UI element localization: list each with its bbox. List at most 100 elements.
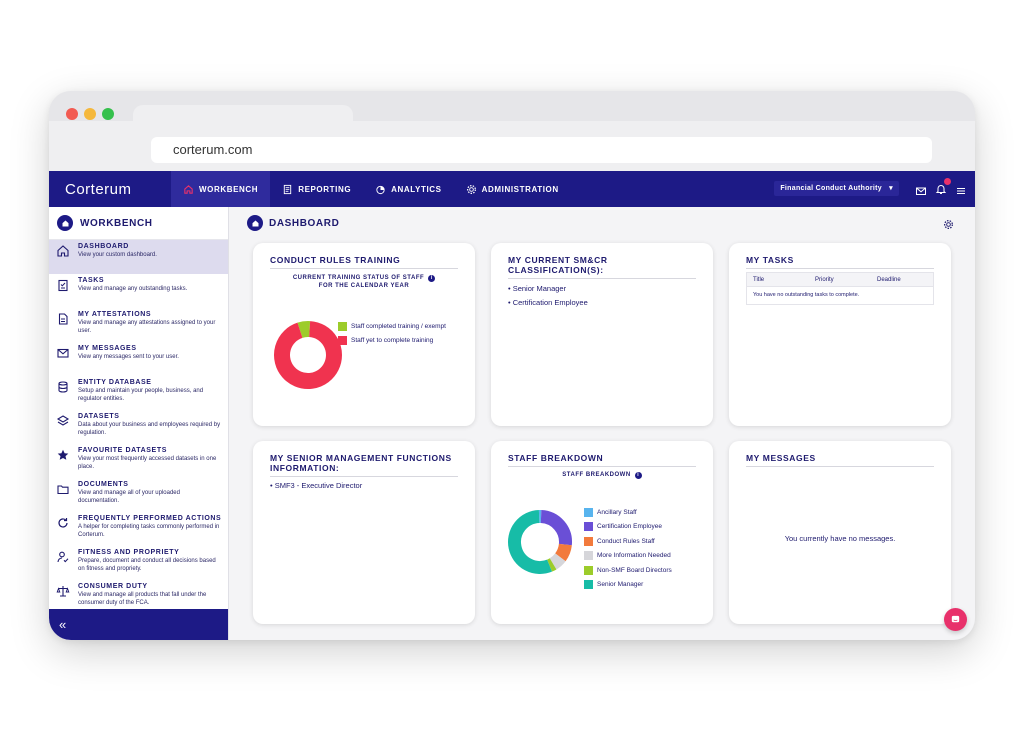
chevron-down-icon: ▾: [889, 185, 893, 192]
donut-slice-senior-manager[interactable]: [508, 510, 552, 574]
legend-item[interactable]: More Information Needed: [584, 549, 672, 564]
card-title-line: CLASSIFICATION(S):: [508, 265, 604, 275]
sidebar-item-dashboard[interactable]: DASHBOARD View your custom dashboard.: [49, 240, 228, 274]
sidebar-item-title: FREQUENTLY PERFORMED ACTIONS: [78, 515, 222, 522]
donut-slice-non-smf-board-directors[interactable]: [547, 558, 557, 572]
sidebar-item-desc: Prepare, document and conduct all decisi…: [78, 558, 216, 572]
document-icon: [58, 313, 68, 325]
sidebar-item-frequent-actions[interactable]: FREQUENTLY PERFORMED ACTIONS A helper for…: [49, 512, 228, 546]
clipboard-icon: [58, 279, 68, 292]
scales-icon: [56, 586, 70, 597]
smcr-classification-card: MY CURRENT SM&CR CLASSIFICATION(S): • Se…: [491, 243, 713, 426]
classification-list: • Senior Manager • Certification Employe…: [508, 282, 588, 310]
donut-slice-more-information-needed[interactable]: [549, 553, 566, 570]
double-chevron-left-icon: «: [59, 617, 67, 632]
info-icon[interactable]: i: [634, 472, 642, 479]
brand-logo[interactable]: Corterum: [49, 181, 171, 198]
tasks-empty-state: You have no outstanding tasks to complet…: [753, 292, 860, 298]
list-item: • SMF3 - Executive Director: [270, 481, 363, 490]
envelope-icon: [57, 348, 69, 358]
browser-tab[interactable]: [133, 105, 353, 135]
nav-workbench[interactable]: WORKBENCH: [171, 171, 271, 207]
sidebar-item-tasks[interactable]: TASKS View and manage any outstanding tas…: [49, 274, 228, 308]
card-subtitle: CURRENT TRAINING STATUS OF STAFF i FOR TH…: [270, 274, 458, 290]
sidebar-title: WORKBENCH: [80, 217, 153, 229]
sidebar-item-fitness-propriety[interactable]: FITNESS AND PROPRIETY Prepare, document a…: [49, 546, 228, 580]
legend-item[interactable]: Staff yet to complete training: [338, 334, 446, 349]
legend-swatch: [338, 321, 347, 331]
nav-administration-label: ADMINISTRATION: [481, 184, 559, 194]
staff-breakdown-card: STAFF BREAKDOWN STAFF BREAKDOWN i Ancilla…: [491, 441, 713, 624]
legend-item[interactable]: Ancillary Staff: [584, 505, 672, 520]
sidebar-item-datasets[interactable]: DATASETS Data about your business and emp…: [49, 410, 228, 444]
sidebar-item-title: MY MESSAGES: [78, 345, 137, 352]
sidebar-item-title: DOCUMENTS: [78, 481, 129, 488]
my-messages-card: MY MESSAGES You currently have no messag…: [729, 441, 951, 624]
legend-item[interactable]: Conduct Rules Staff: [584, 534, 672, 549]
nav-administration[interactable]: ADMINISTRATION: [454, 171, 571, 207]
card-title: MY MESSAGES: [746, 453, 934, 467]
legend-swatch: [338, 336, 347, 346]
legend-item[interactable]: Senior Manager: [584, 578, 672, 593]
legend-item[interactable]: Certification Employee: [584, 520, 672, 535]
sidebar-item-desc: View and manage all of your uploaded doc…: [78, 490, 180, 504]
messages-empty-state: You currently have no messages.: [784, 534, 896, 543]
refresh-icon: [58, 518, 68, 528]
sidebar-item-entity-database[interactable]: ENTITY DATABASE Setup and maintain your p…: [49, 376, 228, 410]
column-header-deadline[interactable]: Deadline: [871, 273, 901, 286]
organisation-select[interactable]: Financial Conduct Authority ▾: [774, 181, 899, 196]
legend-item[interactable]: Non-SMF Board Directors: [584, 563, 672, 578]
menu-icon[interactable]: [955, 185, 967, 197]
info-icon[interactable]: i: [428, 275, 436, 282]
maximize-window-button[interactable]: [102, 108, 114, 120]
sidebar-item-desc: View your custom dashboard.: [78, 252, 157, 258]
sidebar-item-title: CONSUMER DUTY: [78, 583, 148, 590]
minimize-window-button[interactable]: [84, 108, 96, 120]
tasks-table: Title Priority Deadline You have no outs…: [746, 272, 934, 305]
close-window-button[interactable]: [66, 108, 78, 120]
legend-swatch: [584, 507, 593, 517]
sidebar-item-desc: View your most frequently accessed datas…: [78, 456, 217, 470]
gear-icon: [466, 184, 476, 194]
sidebar-collapse-button[interactable]: «: [49, 609, 228, 640]
legend-item[interactable]: Staff completed training / exempt: [338, 319, 446, 334]
staff-legend: Ancillary Staff Certification Employee C…: [584, 505, 672, 592]
chat-launcher-button[interactable]: [944, 608, 967, 631]
database-icon: [58, 381, 68, 393]
home-icon: [184, 184, 193, 194]
sidebar-item-documents[interactable]: DOCUMENTS View and manage all of your upl…: [49, 478, 228, 512]
column-header-priority[interactable]: Priority: [809, 273, 871, 286]
legend-label: Certification Employee: [597, 523, 663, 531]
address-bar[interactable]: corterum.com: [151, 137, 932, 163]
workbench-icon: [57, 215, 73, 231]
nav-analytics[interactable]: ANALYTICS: [363, 171, 453, 207]
dashboard-settings-icon[interactable]: [943, 219, 954, 230]
sidebar-item-attestations[interactable]: MY ATTESTATIONS View and manage any attes…: [49, 308, 228, 342]
nav-reporting[interactable]: REPORTING: [270, 171, 363, 207]
browser-window: corterum.com Corterum WORKBENCH REPORTIN…: [49, 91, 975, 640]
sidebar-item-favourite-datasets[interactable]: FAVOURITE DATASETS View your most frequen…: [49, 444, 228, 478]
card-title: CONDUCT RULES TRAINING: [270, 255, 458, 269]
envelope-icon[interactable]: [915, 185, 927, 197]
person-check-icon: [57, 551, 69, 563]
sidebar-item-title: DASHBOARD: [78, 243, 129, 250]
legend-label: Conduct Rules Staff: [597, 537, 655, 545]
organisation-select-value: Financial Conduct Authority: [780, 185, 882, 192]
dashboard-main: DASHBOARD CONDUCT RULES TRAINING CURRENT…: [230, 207, 975, 640]
legend-label: More Information Needed: [597, 552, 671, 560]
smf-information-card: MY SENIOR MANAGEMENT FUNCTIONS INFORMATI…: [253, 441, 475, 624]
donut-slice-staff-completed-training-exempt[interactable]: [297, 321, 311, 338]
legend-label: Non-SMF Board Directors: [597, 566, 672, 574]
notifications-button[interactable]: [935, 178, 951, 200]
sidebar-item-messages[interactable]: MY MESSAGES View any messages sent to you…: [49, 342, 228, 376]
sidebar-header: WORKBENCH: [49, 207, 228, 240]
legend-swatch: [584, 551, 593, 561]
sidebar-item-desc: View and manage any outstanding tasks.: [78, 286, 188, 292]
legend-label: Ancillary Staff: [597, 508, 637, 516]
column-header-title[interactable]: Title: [747, 273, 809, 286]
top-navigation: Corterum WORKBENCH REPORTING ANALYTICS A…: [49, 171, 975, 207]
donut-slice-certification-employee[interactable]: [540, 510, 572, 546]
list-item: • Senior Manager: [508, 284, 567, 293]
notification-badge: [944, 178, 951, 185]
donut-slice-conduct-rules-staff[interactable]: [554, 543, 572, 562]
